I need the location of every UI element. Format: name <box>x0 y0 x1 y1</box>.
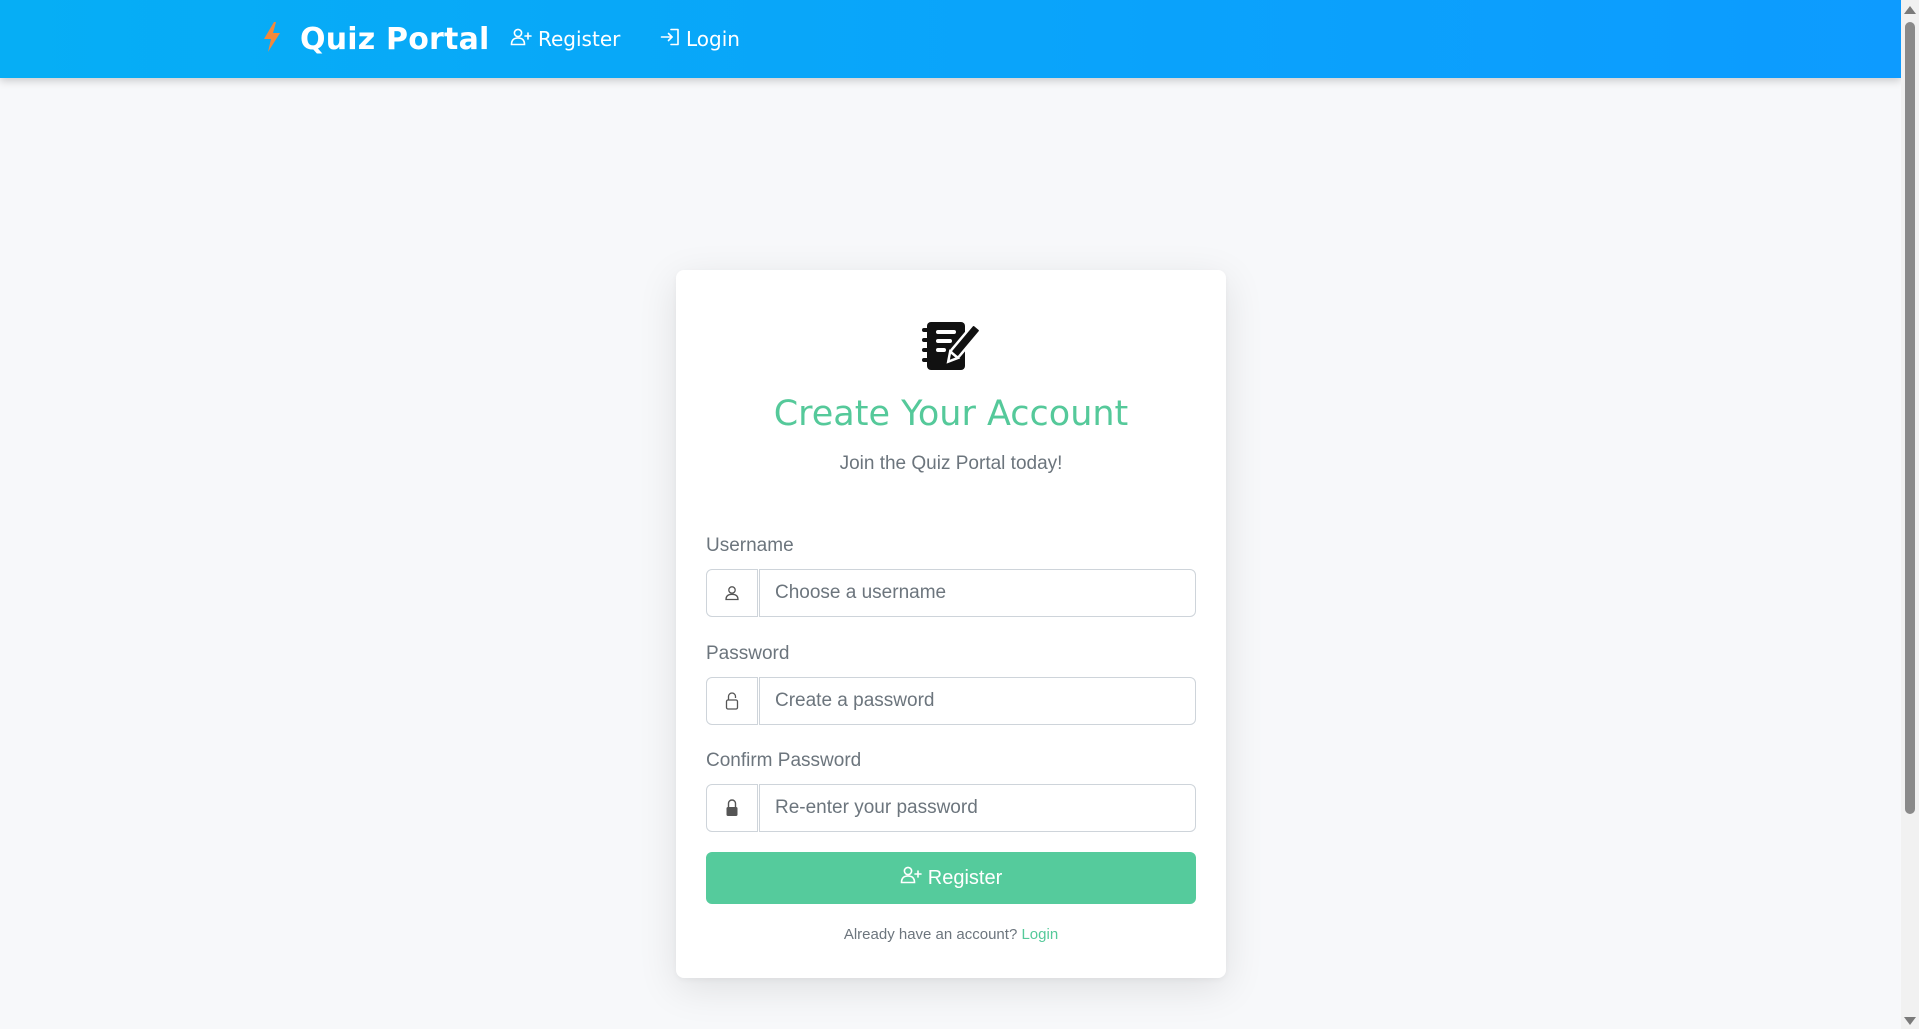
brand-title: Quiz Portal <box>300 21 490 57</box>
nav-register-label: Register <box>538 27 621 51</box>
scroll-up-arrow-icon[interactable] <box>1904 6 1916 14</box>
brand[interactable]: Quiz Portal <box>262 19 490 59</box>
nav-login-label: Login <box>686 27 740 51</box>
page-subtitle: Join the Quiz Portal today! <box>839 453 1063 474</box>
login-link[interactable]: Login <box>1021 926 1058 943</box>
scroll-thumb[interactable] <box>1905 22 1915 814</box>
lock-icon <box>706 784 758 832</box>
register-button[interactable]: Register <box>706 852 1196 904</box>
lightning-bolt-icon <box>262 21 282 57</box>
password-label: Password <box>706 643 790 664</box>
confirm-password-input[interactable] <box>759 784 1196 832</box>
confirm-password-label: Confirm Password <box>706 750 862 771</box>
username-input-group <box>706 569 1196 617</box>
confirm-password-input-group <box>706 784 1196 832</box>
login-prompt-text: Already have an account? <box>843 926 1018 943</box>
password-input[interactable] <box>759 677 1196 725</box>
user-plus-icon <box>510 27 532 51</box>
page-title: Create Your Account <box>773 394 1129 434</box>
notebook-pen-icon <box>919 318 983 374</box>
username-input[interactable] <box>759 569 1196 617</box>
scroll-down-arrow-icon[interactable] <box>1904 1017 1916 1025</box>
login-prompt: Already have an account? Login <box>676 926 1226 943</box>
register-card: Create Your Account Join the Quiz Portal… <box>676 270 1226 978</box>
nav-login-link[interactable]: Login <box>660 22 740 56</box>
register-button-label: Register <box>927 866 1003 889</box>
password-input-group <box>706 677 1196 725</box>
lock-open-icon <box>706 677 758 725</box>
user-icon <box>706 569 758 617</box>
sign-in-icon <box>660 27 680 51</box>
username-label: Username <box>706 535 794 556</box>
user-plus-icon <box>900 866 922 890</box>
top-navbar: Quiz Portal Register Login <box>0 0 1901 78</box>
page-scrollbar[interactable] <box>1901 0 1919 1029</box>
nav-register-link[interactable]: Register <box>510 22 620 56</box>
